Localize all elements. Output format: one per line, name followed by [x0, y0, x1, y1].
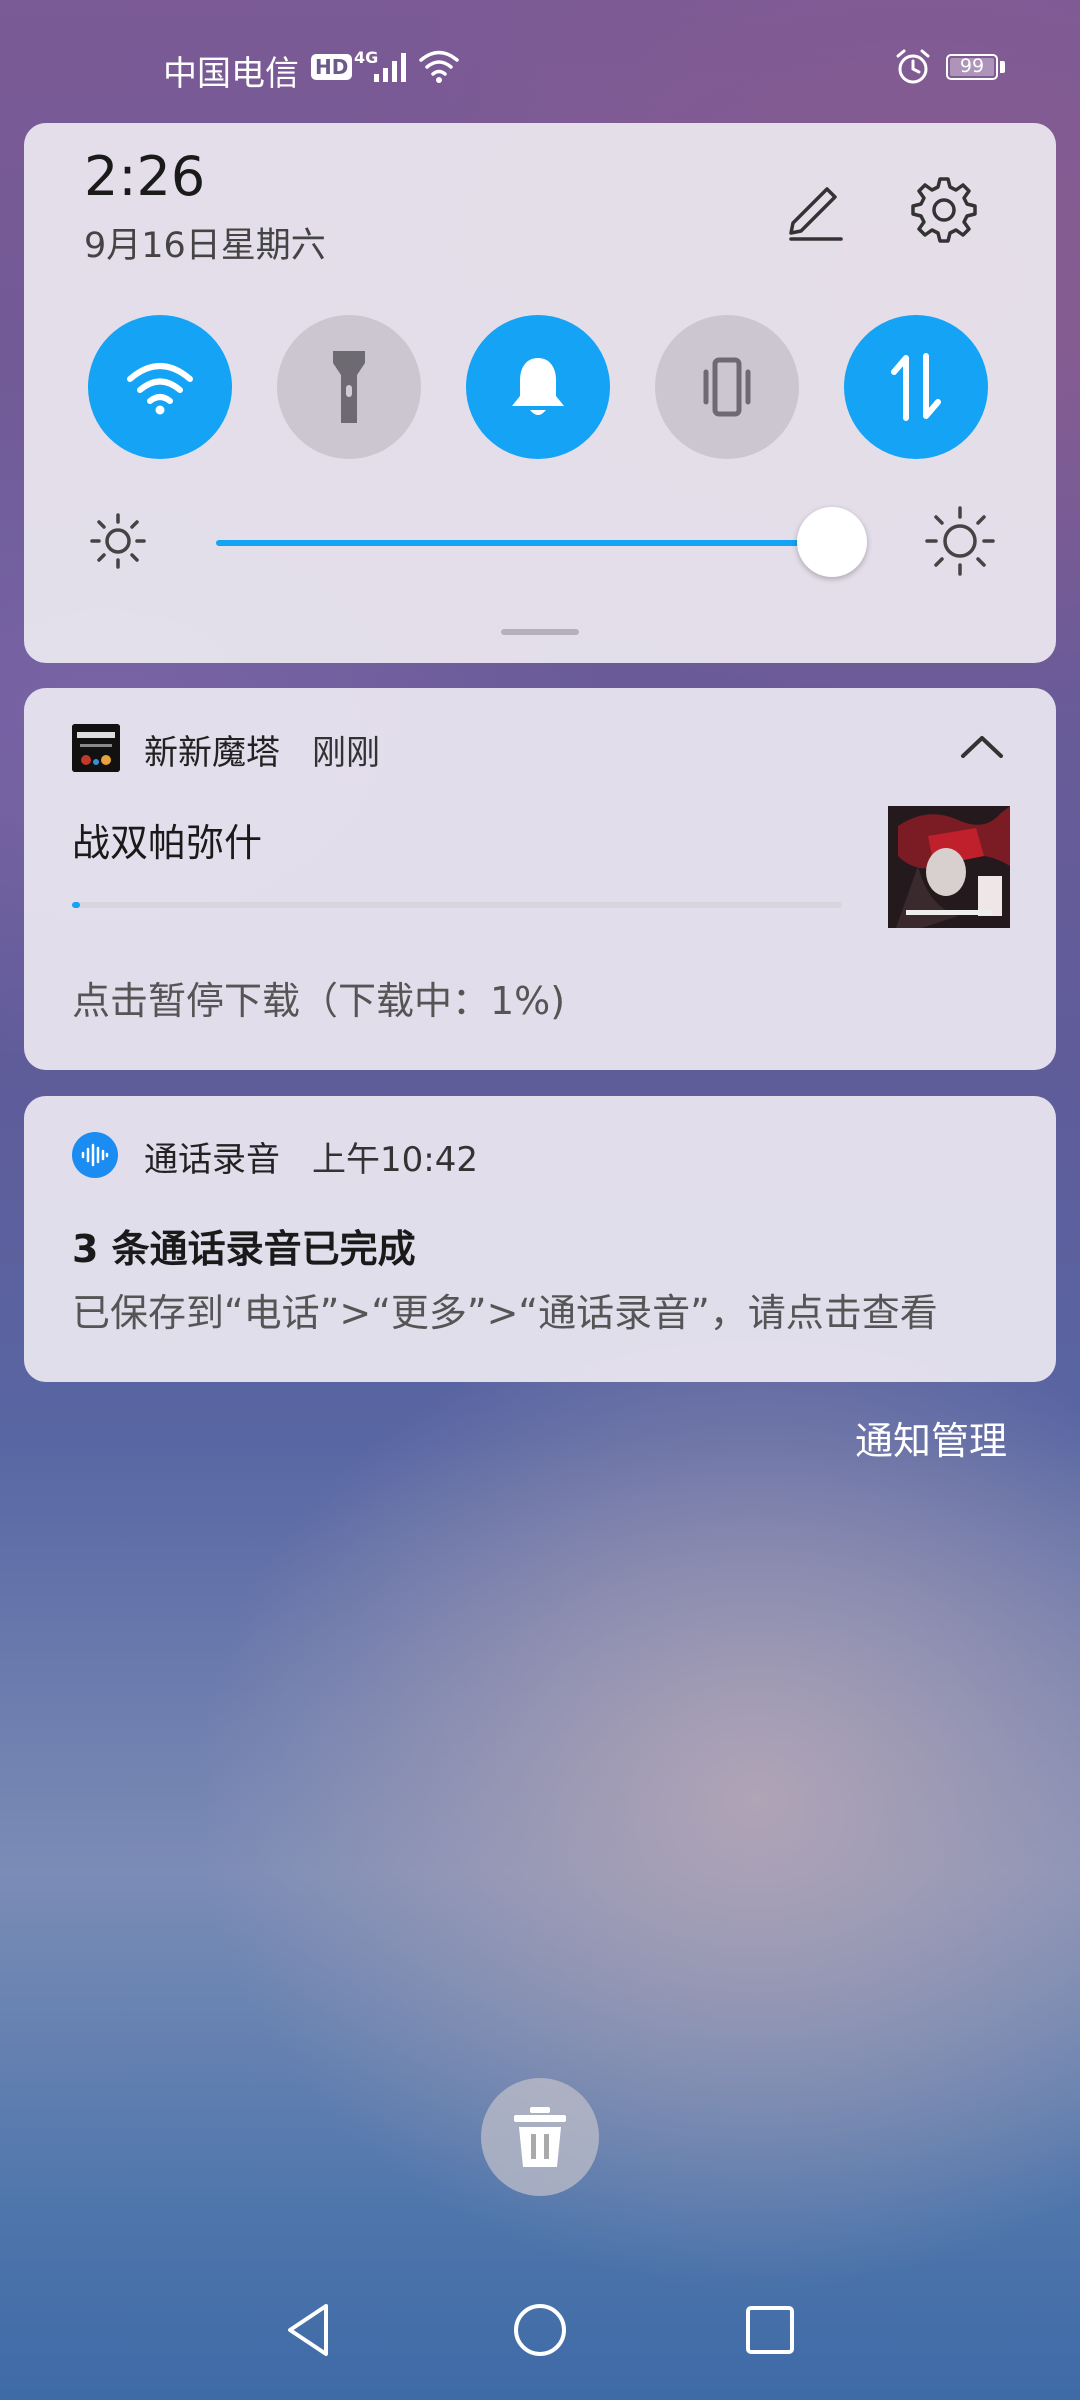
alarm-icon: [896, 49, 930, 84]
brightness-low-icon: [90, 513, 146, 569]
download-progress-bar: [72, 902, 842, 908]
bell-icon: [512, 358, 564, 415]
vibrate-toggle[interactable]: [655, 315, 799, 459]
mobile-data-toggle[interactable]: [844, 315, 988, 459]
status-bar: 中国电信 HD 4G 99: [0, 0, 1080, 120]
notification-app-name: 新新魔塔: [144, 733, 280, 773]
download-progress-fill: [72, 902, 80, 908]
carrier-name: 中国电信: [163, 54, 299, 94]
brightness-slider-thumb[interactable]: [797, 507, 867, 577]
hd-icon: HD: [311, 54, 353, 80]
chevron-up-icon[interactable]: [959, 732, 1005, 762]
download-notification[interactable]: 新新魔塔 刚刚 战双帕弥什 点击暂停下载（下载中：1%): [24, 688, 1056, 1070]
call-recording-notification[interactable]: 通话录音 上午10:42 3 条通话录音已完成 已保存到“电话”>“更多”>“通…: [24, 1096, 1056, 1382]
battery-level: 99: [959, 55, 985, 77]
flashlight-toggle[interactable]: [277, 315, 421, 459]
panel-drag-handle[interactable]: [501, 629, 579, 635]
brightness-slider-track[interactable]: [216, 540, 836, 546]
notification-title: 战双帕弥什: [72, 821, 263, 865]
battery-icon: 99: [946, 54, 998, 80]
brightness-high-icon: [925, 506, 995, 576]
settings-gear-icon[interactable]: [909, 173, 979, 243]
quick-settings-panel: 2:26 9月16日星期六: [24, 123, 1056, 663]
magic-tower-app-icon: [72, 724, 120, 772]
flashlight-icon: [333, 351, 365, 423]
notification-time: 刚刚: [312, 733, 380, 773]
trash-icon: [514, 2107, 566, 2167]
notification-body: 已保存到“电话”>“更多”>“通话录音”，请点击查看: [72, 1291, 938, 1335]
wifi-status-icon: [419, 50, 459, 83]
clear-all-button[interactable]: [481, 2078, 599, 2196]
notification-app-name: 通话录音: [144, 1140, 280, 1180]
call-recorder-app-icon: [72, 1132, 118, 1178]
recents-icon[interactable]: [740, 2300, 800, 2360]
edit-icon[interactable]: [779, 173, 849, 243]
wifi-icon: [127, 363, 193, 415]
sound-wave-icon: [81, 1143, 109, 1167]
game-thumbnail: [888, 806, 1010, 928]
sound-toggle[interactable]: [466, 315, 610, 459]
notification-title: 3 条通话录音已完成: [72, 1227, 416, 1271]
clock-time: 2:26: [84, 145, 206, 208]
notification-subtitle: 点击暂停下载（下载中：1%): [72, 979, 566, 1023]
notification-management-link[interactable]: 通知管理: [855, 1410, 1007, 1465]
notification-time: 上午10:42: [312, 1140, 478, 1180]
signal-icon: [374, 53, 406, 82]
data-transfer-icon: [891, 353, 941, 421]
vibrate-icon: [703, 357, 751, 417]
back-icon[interactable]: [280, 2300, 340, 2360]
wifi-toggle[interactable]: [88, 315, 232, 459]
home-icon[interactable]: [510, 2300, 570, 2360]
clock-date: 9月16日星期六: [84, 226, 326, 266]
